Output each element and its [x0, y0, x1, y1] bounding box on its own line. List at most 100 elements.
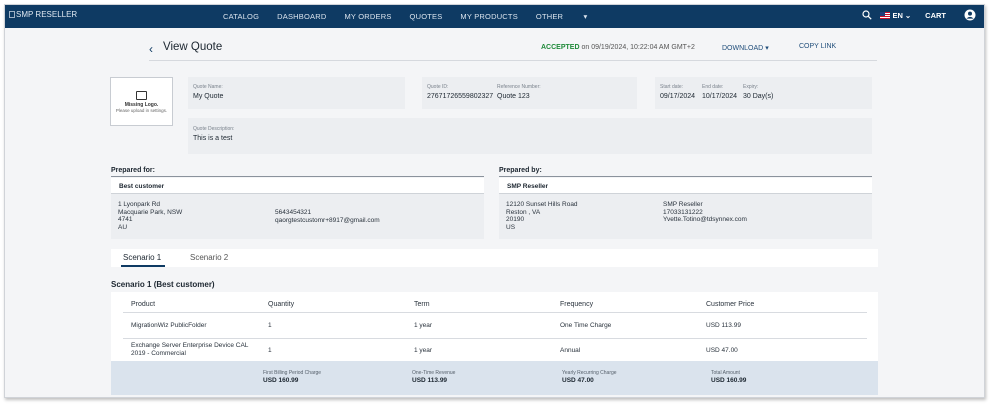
column-header-product: Product [131, 301, 156, 308]
page-title: View Quote [163, 41, 223, 53]
prepared-by-contact: SMP Reseller 17033131222 Yvette.Totino@t… [663, 201, 747, 224]
scenario-table: Product Quantity Term Frequency Customer… [111, 292, 878, 395]
expiry-label: Expiry: [743, 84, 759, 90]
us-flag-icon [880, 11, 891, 19]
address-line: Macquarie Park, NSW [118, 208, 183, 216]
description-label: Quote Description: [193, 126, 235, 132]
address-line: 1 Lyonpark Rd [118, 201, 161, 208]
yearly-recurring-value: USD 47.00 [562, 377, 594, 384]
column-header-quantity: Quantity [268, 301, 295, 308]
price-cell: USD 47.00 [706, 347, 738, 354]
reference-label: Reference Number: [497, 84, 541, 90]
price-cell: USD 113.99 [706, 322, 741, 329]
copy-link-button[interactable]: COPY LINK [799, 43, 836, 50]
nav-quotes[interactable]: QUOTES [410, 12, 443, 21]
tab-scenario-1[interactable]: Scenario 1 [123, 253, 161, 262]
customer-email: qaorgtestcustomr+8917@gmail.com [275, 216, 380, 224]
prepared-by-name: SMP Reseller [499, 178, 872, 194]
quote-description-box: Quote Description: This is a test [188, 118, 872, 154]
end-date-label: End date: [702, 84, 724, 90]
start-date-label: Start date: [660, 84, 684, 90]
prepared-for-details: 1 Lyonpark Rd Macquarie Park, NSW 4741 A… [111, 194, 484, 239]
one-time-revenue-value: USD 113.99 [412, 377, 448, 384]
prepared-for-name: Best customer [111, 178, 484, 194]
scenario-tabs: Scenario 1 Scenario 2 [111, 249, 878, 267]
quote-dates-box: Start date: 09/17/2024 End date: 10/17/2… [655, 77, 872, 109]
divider [499, 176, 872, 177]
product-cell: Exchange Server Enterprise Device CAL [131, 342, 249, 349]
image-placeholder-icon [136, 91, 147, 100]
main-nav: CATALOG DASHBOARD MY ORDERS QUOTES MY PR… [223, 12, 623, 21]
status-detail: on 09/19/2024, 10:22:04 AM GMT+2 [581, 44, 695, 51]
column-header-frequency: Frequency [560, 301, 594, 308]
nav-other-label: OTHER [535, 12, 564, 21]
address-line: US [506, 223, 516, 231]
nav-dashboard[interactable]: DASHBOARD [277, 12, 326, 21]
quote-name-value: My Quote [193, 93, 224, 100]
end-date-value: 10/17/2024 [702, 93, 738, 100]
active-tab-indicator [121, 265, 165, 267]
expiry-value: 30 Day(s) [743, 93, 774, 100]
customer-phone: 5643454321 [275, 209, 312, 216]
download-button[interactable]: DOWNLOAD ▾ [722, 44, 769, 52]
missing-logo-hint: Please upload in settings. [115, 108, 168, 113]
nav-my-products[interactable]: MY PRODUCTS [460, 12, 517, 21]
prepared-for-heading: Prepared for: [111, 167, 155, 174]
prepared-for-address: 1 Lyonpark Rd Macquarie Park, NSW 4741 A… [118, 201, 182, 231]
language-label: EN [892, 10, 903, 20]
start-date-value: 09/17/2024 [660, 93, 696, 100]
row-divider [123, 338, 867, 339]
yearly-recurring-label: Yearly Recurring Charge [562, 370, 617, 376]
term-cell: 1 year [414, 347, 433, 354]
reseller-phone: 17033131222 [663, 208, 703, 216]
tab-scenario-2[interactable]: Scenario 2 [190, 253, 228, 262]
divider [111, 176, 484, 177]
prepared-by-details: 12120 Sunset Hills Road Reston , VA 2019… [499, 194, 872, 239]
search-icon[interactable] [862, 10, 873, 20]
page-header: ‹ View Quote ACCEPTED on 09/19/2024, 10:… [149, 39, 877, 61]
caret-down-icon: ▾ [765, 45, 769, 52]
nav-my-orders[interactable]: MY ORDERS [344, 12, 391, 21]
address-line: 20190 [506, 216, 525, 223]
column-header-term: Term [414, 301, 430, 308]
product-cell-line2: 2019 - Commercial [131, 350, 186, 357]
total-amount-value: USD 160.99 [711, 377, 747, 384]
quote-id-label: Quote ID: [427, 84, 449, 90]
column-header-customer-price: Customer Price [706, 301, 755, 308]
prepared-for-contact: 5643454321 qaorgtestcustomr+8917@gmail.c… [275, 209, 380, 224]
back-chevron-icon[interactable]: ‹ [149, 42, 153, 56]
cart-link[interactable]: CART [925, 11, 946, 20]
one-time-revenue-label: One-Time Revenue [412, 370, 456, 376]
prepared-by-heading: Prepared by: [499, 167, 542, 174]
app-window: SMP RESELLER CATALOG DASHBOARD MY ORDERS… [4, 4, 985, 398]
reference-value: Quote 123 [497, 93, 530, 100]
address-line: 12120 Sunset Hills Road [506, 201, 578, 208]
nav-catalog[interactable]: CATALOG [223, 12, 259, 21]
broken-image-icon [9, 11, 15, 18]
language-selector[interactable]: EN ⌄ [880, 11, 911, 20]
address-line: Reston , VA [506, 208, 541, 216]
status-badge: ACCEPTED [541, 44, 580, 51]
brand-logo[interactable]: SMP RESELLER [9, 10, 77, 19]
first-billing-label: First Billing Period Charge [263, 370, 322, 376]
first-billing-value: USD 160.99 [263, 377, 299, 384]
quote-id-box: Quote ID: 27671726559802327 Reference Nu… [422, 77, 637, 109]
quote-name-box: Quote Name: My Quote [188, 77, 405, 109]
logo-placeholder: Missing Logo. Please upload in settings. [110, 77, 173, 126]
term-cell: 1 year [414, 322, 433, 329]
quantity-cell: 1 [268, 347, 272, 354]
totals-bar: First Billing Period Charge USD 160.99 O… [111, 361, 878, 395]
row-divider [123, 312, 867, 313]
total-amount-label: Total Amount [711, 370, 740, 376]
nav-other[interactable]: OTHER ▾ [536, 12, 606, 21]
reseller-name: SMP Reseller [663, 201, 703, 208]
reseller-email: Yvette.Totino@tdsynnex.com [663, 216, 747, 223]
chevron-down-icon: ⌄ [904, 10, 912, 20]
quote-status: ACCEPTED on 09/19/2024, 10:22:04 AM GMT+… [541, 44, 695, 51]
frequency-cell: Annual [560, 347, 581, 354]
brand-name: SMP RESELLER [16, 10, 78, 19]
scenario-title: Scenario 1 (Best customer) [111, 280, 215, 289]
user-avatar-icon[interactable] [964, 9, 976, 21]
quote-name-label: Quote Name: [193, 84, 223, 90]
address-line: 4741 [118, 216, 133, 223]
